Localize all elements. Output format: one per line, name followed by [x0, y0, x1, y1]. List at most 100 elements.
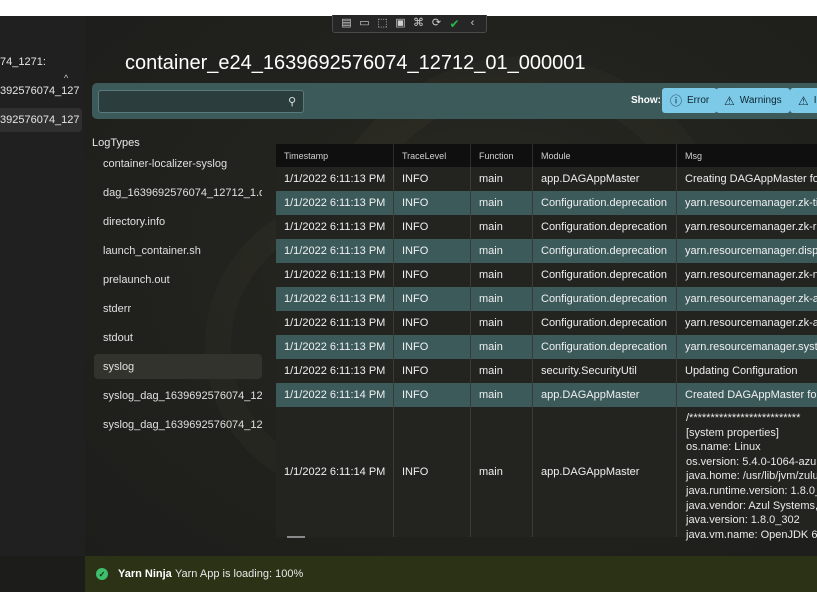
table-row[interactable]: 1/1/2022 6:11:13 PM INFO main Configuration… [276, 215, 817, 239]
cell-msg: yarn.resourcemanager.zk-ti [685, 197, 817, 209]
cell-function: main [471, 335, 533, 359]
msg-line: os.version: 5.4.0-1064-azure [686, 455, 817, 468]
column-header-msg[interactable]: Msg [677, 144, 817, 167]
cell-timestamp: 1/1/2022 6:11:13 PM [276, 239, 394, 263]
logtype-label: directory.info [103, 215, 166, 228]
table-row[interactable]: 1/1/2022 6:11:13 PM INFO main security.Secu… [276, 359, 817, 383]
cell-msg: Updating Configuration [685, 365, 798, 377]
xaml-debug-toolbar: ▤ ▭ ⬚ ▣ ⌘ ⟳ ✔ ‹ [332, 15, 487, 33]
cell-module: app.DAGAppMaster [533, 383, 677, 407]
info-circle-icon: ⓘ [670, 94, 683, 108]
video-icon[interactable]: ▭ [357, 17, 372, 31]
cell-timestamp: 1/1/2022 6:11:13 PM [276, 287, 394, 311]
warnings-filter-label: Warnings [739, 95, 782, 106]
msg-line: java.vendor: Azul Systems, I [686, 499, 817, 512]
table-row[interactable]: 1/1/2022 6:11:13 PM INFO main Configuration… [276, 263, 817, 287]
live-tree-icon[interactable]: ▤ [339, 17, 354, 31]
nav-item-container-2[interactable]: 392576074_127 [0, 79, 82, 103]
cell-timestamp: 1/1/2022 6:11:13 PM [276, 263, 394, 287]
warning-icon: ⚠ [724, 93, 735, 108]
page-title: container_e24_1639692576074_12712_01_000… [125, 52, 586, 74]
warning-icon: ⚠ [798, 93, 809, 108]
status-ok-icon: ✔ [449, 16, 460, 31]
logtype-label: syslog_dag_1639692576074_12712 [103, 418, 262, 431]
cell-function: main [471, 383, 533, 407]
msg-line: os.name: Linux [686, 441, 761, 454]
logtype-item[interactable]: syslog_dag_1639692576074_12712 [103, 412, 262, 437]
table-row[interactable]: 1/1/2022 6:11:14 PM INFO main app.DAGAppMas… [276, 383, 817, 407]
column-header-function[interactable]: Function [471, 144, 533, 167]
logtype-label: syslog [103, 360, 135, 373]
column-header-timestamp[interactable]: Timestamp [276, 144, 394, 167]
cell-function: main [471, 167, 533, 191]
logtype-item[interactable]: container-localizer-syslog [103, 151, 262, 176]
msg-line: [system properties] [686, 426, 779, 439]
logtype-item[interactable]: directory.info [103, 209, 262, 234]
cell-module: security.SecurityUtil [533, 359, 677, 383]
column-header-tracelevel[interactable]: TraceLevel [394, 144, 471, 167]
warnings-filter-button[interactable]: ⚠ Warnings [716, 88, 790, 113]
logtype-label: stderr [103, 302, 132, 315]
title-bar [0, 0, 817, 16]
info-filter-button[interactable]: ⚠ In [790, 88, 817, 113]
collapse-icon[interactable]: ‹ [465, 17, 480, 31]
table-row[interactable]: 1/1/2022 6:11:13 PM INFO main app.DAGAppMas… [276, 167, 817, 191]
table-row[interactable]: 1/1/2022 6:11:13 PM INFO main Configuration… [276, 335, 817, 359]
layout-adorner-icon[interactable]: ▣ [393, 17, 408, 31]
cell-timestamp: 1/1/2022 6:11:13 PM [276, 167, 394, 191]
cell-tracelevel: INFO [394, 311, 471, 335]
cell-function: main [471, 239, 533, 263]
cell-msg-multiline: /************************** [system prope… [686, 411, 817, 542]
logtype-item[interactable]: dag_1639692576074_12712_1.dot [103, 180, 262, 205]
msg-line: java.runtime.version: 1.8.0_3 [686, 484, 817, 497]
logtype-item[interactable]: syslog_dag_1639692576074_12712 [103, 383, 262, 408]
table-row[interactable]: 1/1/2022 6:11:13 PM INFO main Configuration… [276, 311, 817, 335]
cell-module: Configuration.deprecation [533, 239, 677, 263]
cell-function: main [471, 359, 533, 383]
grid-header: Timestamp TraceLevel Function Module Msg [276, 144, 817, 167]
cell-msg: yarn.resourcemanager.zk-re [685, 221, 817, 233]
cell-module: Configuration.deprecation [533, 191, 677, 215]
binding-failures-icon[interactable]: ⟳ [429, 17, 444, 31]
logtype-item[interactable]: stderr [103, 296, 262, 321]
logtype-label: dag_1639692576074_12712_1.dot [103, 186, 262, 199]
table-row[interactable]: 1/1/2022 6:11:13 PM INFO main Configuration… [276, 239, 817, 263]
table-row-expanded[interactable]: 1/1/2022 6:11:14 PM INFO main app.DAGAppMas… [276, 407, 817, 541]
column-header-module[interactable]: Module [533, 144, 677, 167]
cell-msg: yarn.resourcemanager.syste [685, 341, 817, 353]
cell-tracelevel: INFO [394, 407, 471, 537]
cell-tracelevel: INFO [394, 167, 471, 191]
msg-line: java.home: /usr/lib/jvm/zulu [686, 470, 817, 483]
cell-timestamp: 1/1/2022 6:11:13 PM [276, 359, 394, 383]
table-row[interactable]: 1/1/2022 6:11:13 PM INFO main Configuration… [276, 287, 817, 311]
table-row[interactable]: 1/1/2022 6:11:13 PM INFO main Configuration… [276, 191, 817, 215]
status-bar: ✓ Yarn Ninja Yarn App is loading: 100% [85, 556, 817, 592]
nav-item-container-1[interactable]: 74_1271: [0, 50, 82, 74]
search-input[interactable]: ⚲ [98, 90, 304, 113]
search-icon[interactable]: ⚲ [288, 95, 296, 108]
check-circle-icon: ✓ [96, 568, 108, 580]
horizontal-scrollbar[interactable] [287, 536, 305, 538]
logtype-item[interactable]: prelaunch.out [103, 267, 262, 292]
logtype-label: prelaunch.out [103, 273, 170, 286]
cell-tracelevel: INFO [394, 287, 471, 311]
logtype-item[interactable]: stdout [103, 325, 262, 350]
cell-module: Configuration.deprecation [533, 311, 677, 335]
cell-function: main [471, 311, 533, 335]
logtype-label: syslog_dag_1639692576074_12712 [103, 389, 262, 402]
logtype-label: container-localizer-syslog [103, 157, 228, 170]
select-element-icon[interactable]: ⬚ [375, 17, 390, 31]
show-label: Show: [631, 95, 661, 106]
logtype-item[interactable]: launch_container.sh [103, 238, 262, 263]
error-filter-button[interactable]: ⓘ Error [662, 88, 718, 113]
track-focus-icon[interactable]: ⌘ [411, 17, 426, 31]
cell-msg: yarn.resourcemanager.zk-n [685, 269, 817, 281]
cell-tracelevel: INFO [394, 263, 471, 287]
cell-module: Configuration.deprecation [533, 335, 677, 359]
msg-line: /************************** [686, 412, 801, 424]
logtype-label: launch_container.sh [103, 244, 201, 257]
nav-item-container-3[interactable]: 392576074_127 [0, 108, 82, 132]
cell-function: main [471, 287, 533, 311]
cell-function: main [471, 215, 533, 239]
logtype-item-selected[interactable]: syslog [94, 354, 262, 379]
